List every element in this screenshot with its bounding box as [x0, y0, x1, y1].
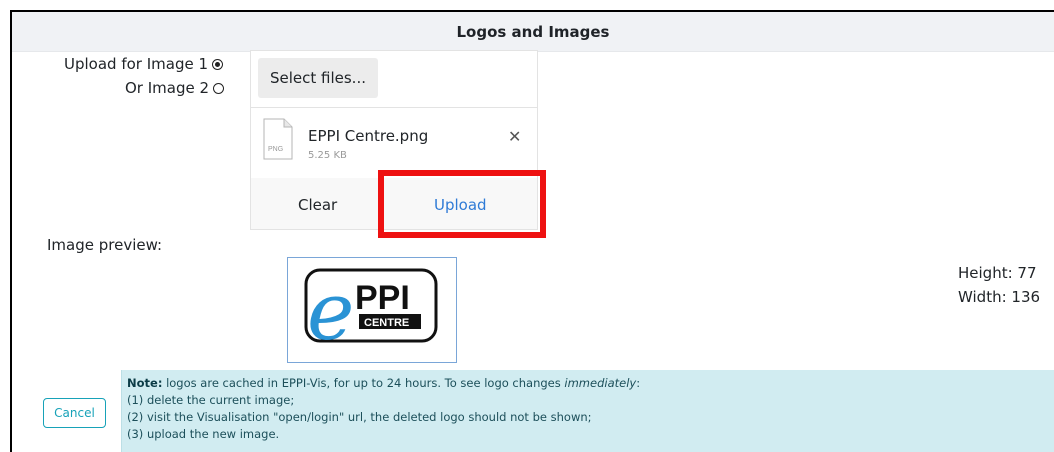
note-line: Note: logos are cached in EPPI-Vis, for … — [127, 375, 1054, 392]
note-step: (2) visit the Visualisation "open/login"… — [127, 410, 592, 424]
image-width: Width: 136 — [958, 288, 1041, 306]
logo-subtext: CENTRE — [364, 317, 409, 329]
png-file-icon: PNG — [263, 118, 293, 160]
note-emphasis: immediately — [564, 376, 637, 390]
logo-text: PPI — [355, 279, 410, 317]
select-files-button[interactable]: Select files... — [258, 58, 378, 98]
note-step: (3) upload the new image. — [127, 427, 280, 441]
note-text-after: : — [636, 376, 641, 390]
cache-note: Note: logos are cached in EPPI-Vis, for … — [121, 370, 1054, 452]
image1-option[interactable]: Upload for Image 1 — [64, 55, 224, 73]
eppi-centre-logo: e PPI CENTRE — [304, 267, 438, 344]
upload-highlight-box — [378, 170, 546, 238]
logo-letter: e — [307, 267, 354, 344]
image2-label: Or Image 2 — [125, 79, 210, 97]
cancel-button[interactable]: Cancel — [43, 398, 106, 428]
note-text-before: logos are cached in EPPI-Vis, for up to … — [162, 376, 565, 390]
image-height: Height: 77 — [958, 264, 1037, 282]
panel-title: Logos and Images — [12, 12, 1054, 52]
file-type-badge: PNG — [268, 146, 283, 153]
file-size: 5.25 KB — [308, 150, 347, 161]
remove-file-icon[interactable]: ✕ — [508, 127, 521, 146]
image-preview-label: Image preview: — [47, 236, 163, 254]
image2-option[interactable]: Or Image 2 — [125, 79, 225, 97]
image1-label: Upload for Image 1 — [64, 55, 209, 73]
file-name: EPPI Centre.png — [308, 127, 429, 145]
image2-radio[interactable] — [213, 82, 225, 94]
note-step: (1) delete the current image; — [127, 393, 295, 407]
clear-button[interactable]: Clear — [298, 196, 337, 214]
note-lead: Note: — [127, 376, 163, 390]
image1-radio[interactable] — [212, 58, 224, 70]
